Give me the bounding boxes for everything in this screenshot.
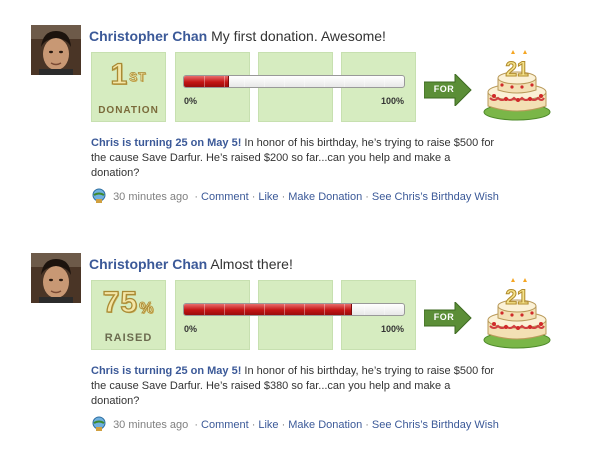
action-separator: · — [281, 191, 286, 203]
progress-min-label: 0% — [184, 96, 198, 106]
progress-segment — [404, 304, 405, 315]
avatar[interactable] — [31, 253, 81, 303]
like-link[interactable]: Like — [258, 419, 278, 431]
progress-segment — [224, 76, 225, 87]
feed-story: Christopher Chan My first donation. Awes… — [0, 20, 604, 220]
progress-segment — [204, 76, 205, 87]
story-actions: · Comment · Like · Make Donation · See Chris’s … — [191, 419, 499, 431]
achievement-badge: 75% RAISED — [91, 280, 166, 350]
birthday-highlight[interactable]: Chris is turning 25 on May 5! — [91, 365, 241, 377]
progress-max-label: 100% — [381, 96, 405, 106]
progress-fill — [184, 76, 385, 87]
make-donation-link[interactable]: Make Donation — [288, 419, 362, 431]
action-separator: · — [281, 419, 286, 431]
badge-label: DONATION — [98, 105, 159, 116]
story-description: Chris is turning 25 on May 5! In honor o… — [91, 365, 495, 407]
progress-max-label: 100% — [381, 324, 405, 334]
progress-segment — [384, 76, 385, 87]
make-donation-link[interactable]: Make Donation — [288, 191, 362, 203]
donation-app-icon[interactable] — [91, 188, 107, 204]
see-chris-s-birthday-wish-link[interactable]: See Chris’s Birthday Wish — [372, 191, 499, 203]
action-separator: · — [194, 191, 199, 203]
birthday-cake-icon[interactable]: 21 — [480, 48, 555, 123]
badge-value: 75% — [102, 286, 155, 319]
action-separator: · — [194, 419, 199, 431]
feed-story: Christopher Chan Almost there! 75% RAISE… — [0, 248, 604, 448]
arrow-label: FOR — [433, 312, 455, 322]
story-actions: · Comment · Like · Make Donation · See Chris’s … — [191, 191, 499, 203]
comment-link[interactable]: Comment — [201, 419, 249, 431]
author-link[interactable]: Christopher Chan — [89, 256, 207, 272]
story-headline: Christopher Chan My first donation. Awes… — [89, 28, 386, 44]
birthday-cake-icon[interactable]: 21 — [480, 276, 555, 351]
action-separator: · — [365, 419, 369, 431]
story-description: Chris is turning 25 on May 5! In honor o… — [91, 137, 495, 179]
story-headline: Christopher Chan Almost there! — [89, 256, 293, 272]
action-separator: · — [365, 191, 369, 203]
progress-segment — [404, 76, 405, 87]
progress-segment — [284, 304, 285, 315]
timestamp: 30 minutes ago — [113, 419, 189, 431]
progress-segment — [364, 76, 365, 87]
story-meta: 30 minutes ago · Comment · Like · Make Donati… — [91, 416, 499, 432]
story-meta: 30 minutes ago · Comment · Like · Make Donati… — [91, 188, 499, 204]
progress-segment — [244, 76, 245, 87]
status-message: Almost there! — [210, 256, 293, 272]
action-separator: · — [251, 419, 256, 431]
achievement-badge: 1ST DONATION — [91, 52, 166, 122]
for-arrow-button[interactable]: FOR — [424, 302, 472, 334]
timestamp: 30 minutes ago — [113, 191, 189, 203]
progress-segment — [344, 304, 345, 315]
donation-app-icon[interactable] — [91, 416, 107, 432]
progress-segment — [324, 304, 325, 315]
progress-segment — [364, 304, 365, 315]
progress-segment — [284, 76, 285, 87]
action-separator: · — [251, 191, 256, 203]
badge-value: 1ST — [110, 58, 147, 91]
progress-segment — [324, 76, 325, 87]
donation-progress-bar — [183, 75, 405, 88]
progress-segment — [304, 304, 305, 315]
comment-link[interactable]: Comment — [201, 191, 249, 203]
cake-number: 21 — [505, 58, 529, 81]
like-link[interactable]: Like — [258, 191, 278, 203]
see-chris-s-birthday-wish-link[interactable]: See Chris’s Birthday Wish — [372, 419, 499, 431]
progress-segment — [204, 304, 205, 315]
progress-segment — [264, 304, 265, 315]
progress-segment — [344, 76, 345, 87]
progress-segment — [224, 304, 225, 315]
progress-segment — [244, 304, 245, 315]
status-message: My first donation. Awesome! — [211, 28, 386, 44]
author-link[interactable]: Christopher Chan — [89, 28, 207, 44]
avatar[interactable] — [31, 25, 81, 75]
progress-segment — [384, 304, 385, 315]
for-arrow-button[interactable]: FOR — [424, 74, 472, 106]
badge-label: RAISED — [104, 332, 153, 344]
progress-fill — [184, 304, 385, 315]
progress-segment — [304, 76, 305, 87]
donation-progress-bar — [183, 303, 405, 316]
progress-min-label: 0% — [184, 324, 198, 334]
arrow-label: FOR — [433, 84, 455, 94]
progress-segment — [264, 76, 265, 87]
birthday-highlight[interactable]: Chris is turning 25 on May 5! — [91, 137, 241, 149]
cake-number: 21 — [505, 286, 529, 309]
